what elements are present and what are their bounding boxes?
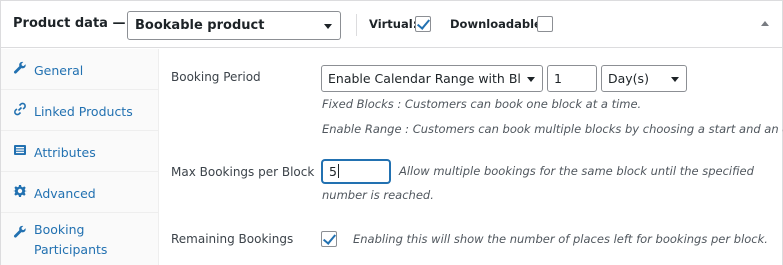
tab-booking-participants[interactable]: Booking Participants [1,213,158,265]
booking-options-panel: Booking Period Enable Calendar Range wit… [159,49,783,265]
remaining-bookings-label: Remaining Bookings [171,232,294,246]
virtual-checkbox[interactable] [415,16,431,32]
tab-general[interactable]: General [1,49,158,90]
downloadable-label: Downloadable: [450,17,547,31]
max-bookings-input[interactable]: 5 [322,160,390,183]
tab-booking-label-line1: Booking [34,222,85,237]
tab-advanced[interactable]: Advanced [1,172,158,213]
booking-period-desc-range: Enable Range : Customers can book multip… [322,122,783,136]
remaining-bookings-desc: Enabling this will show the number of pl… [353,232,768,246]
tab-booking-label-line2: Participants [34,242,108,257]
tab-linked-products-label: Linked Products [34,104,133,119]
max-bookings-desc-line2: number is reached. [322,188,434,202]
booking-period-desc-fixed: Fixed Blocks : Customers can book one bl… [322,97,642,111]
tab-attributes-label: Attributes [34,145,96,160]
list-icon [13,143,27,157]
gear-icon [13,184,27,198]
tab-general-label: General [34,63,84,78]
wrench-icon [13,225,27,239]
booking-period-unit-select[interactable]: Day(s) [601,65,687,92]
downloadable-checkbox[interactable] [537,16,553,32]
tab-attributes[interactable]: Attributes [1,131,158,172]
collapse-toggle-icon[interactable] [761,21,769,26]
link-icon [13,102,27,116]
virtual-label: Virtual: [369,17,418,31]
tab-booking-participants-label: Booking Participants [34,220,107,260]
max-bookings-label: Max Bookings per Block [171,165,315,179]
booking-period-mode-select[interactable]: Enable Calendar Range with Bl [321,65,543,92]
wrench-icon [13,61,27,75]
max-bookings-value: 5 [329,164,337,179]
panel-title: Product data — [13,16,126,31]
product-type-value: Bookable product [135,18,265,33]
booking-period-number-input[interactable]: 1 [547,65,597,92]
product-type-select[interactable]: Bookable product [127,11,341,40]
booking-period-label: Booking Period [171,70,261,84]
chevron-down-icon [671,77,679,82]
product-data-panel: Product data — Bookable product Virtual:… [0,0,783,265]
tab-advanced-label: Advanced [34,186,96,201]
chevron-down-icon [324,24,332,29]
remaining-bookings-checkbox[interactable] [321,231,337,247]
header-divider [356,14,357,36]
booking-period-number-value: 1 [554,71,562,86]
booking-period-mode-value: Enable Calendar Range with Bl [328,71,521,86]
panel-header: Product data — Bookable product Virtual:… [1,1,782,48]
chevron-down-icon [527,77,535,82]
product-data-tabs: General Linked Products Attributes Advan… [1,49,159,265]
booking-period-unit-value: Day(s) [608,71,649,86]
max-bookings-desc-line1: Allow multiple bookings for the same blo… [399,164,754,178]
tab-linked-products[interactable]: Linked Products [1,90,158,131]
